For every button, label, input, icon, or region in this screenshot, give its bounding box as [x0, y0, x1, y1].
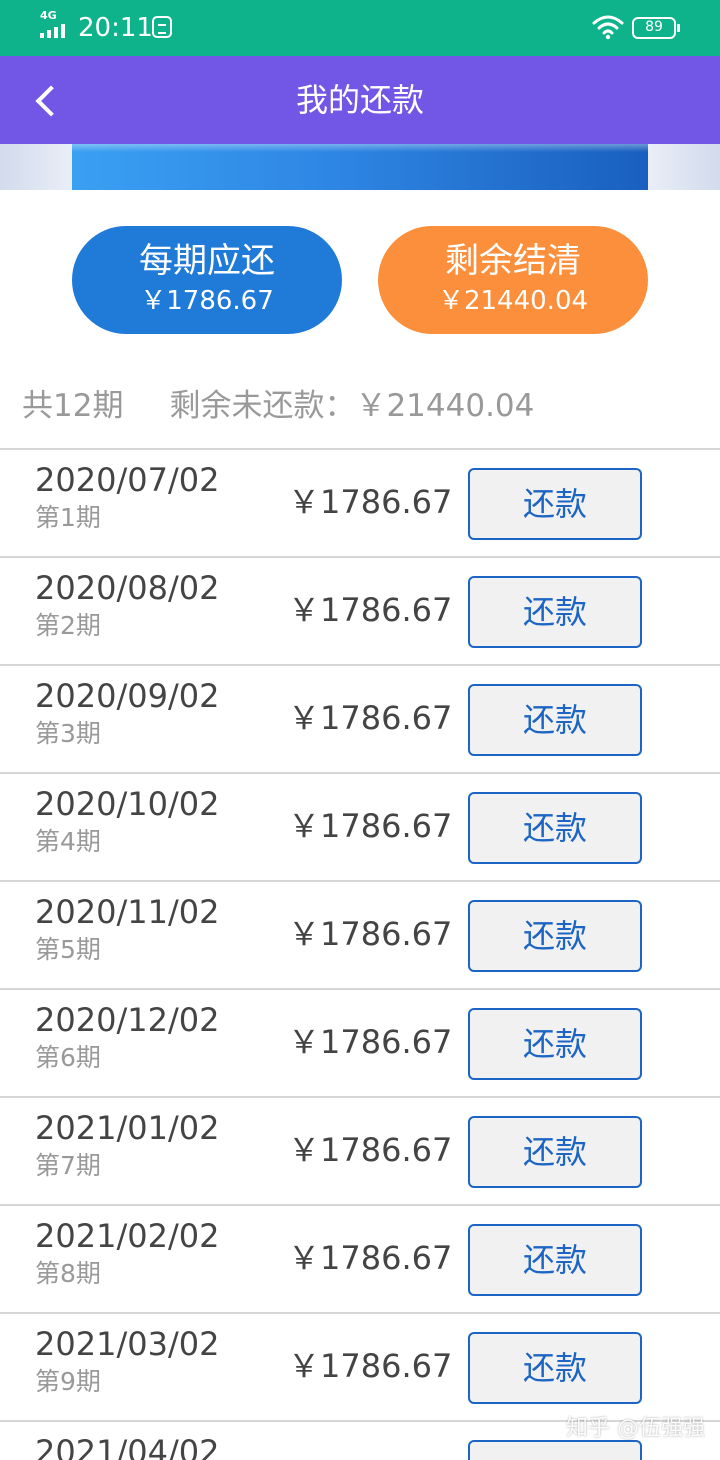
- wifi-icon: [592, 15, 624, 40]
- installment-date: 2020/11/02: [35, 893, 220, 931]
- app-notification-icon: [152, 16, 172, 38]
- installment-date: 2020/07/02: [35, 461, 220, 499]
- installment-period: 第8期: [35, 1259, 101, 1288]
- per-period-label: 每期应还: [139, 241, 275, 281]
- repay-button[interactable]: 还款: [468, 1332, 642, 1404]
- status-bar: 4G 20:11 89: [0, 0, 720, 56]
- signal-icon: [40, 24, 70, 38]
- per-period-amount: ￥1786.67: [140, 286, 274, 316]
- installment-amount: ￥1786.67: [288, 591, 453, 629]
- status-time: 20:11: [78, 13, 153, 43]
- installment-row: 2021/02/02 第8期 ￥1786.67 还款: [0, 1204, 720, 1312]
- app-header: 我的还款: [0, 56, 720, 144]
- installment-date: 2021/02/02: [35, 1217, 220, 1255]
- installment-row: 2020/12/02 第6期 ￥1786.67 还款: [0, 988, 720, 1096]
- payoff-amount: ￥21440.04: [437, 286, 589, 316]
- installment-period: 第2期: [35, 611, 101, 640]
- installment-row: 2020/08/02 第2期 ￥1786.67 还款: [0, 556, 720, 664]
- installment-amount: ￥1786.67: [288, 915, 453, 953]
- installment-date: 2021/03/02: [35, 1325, 220, 1363]
- installment-period: 第6期: [35, 1043, 101, 1072]
- per-period-pill[interactable]: 每期应还 ￥1786.67: [72, 226, 342, 334]
- repay-button[interactable]: 还款: [468, 900, 642, 972]
- back-button[interactable]: [24, 76, 72, 124]
- repay-button[interactable]: 还款: [468, 1008, 642, 1080]
- payoff-label: 剩余结清: [445, 241, 581, 281]
- installment-date: 2021/01/02: [35, 1109, 220, 1147]
- banner: [0, 144, 720, 190]
- installment-date: 2020/09/02: [35, 677, 220, 715]
- repay-button[interactable]: 还款: [468, 684, 642, 756]
- remaining-amount: 剩余未还款：￥21440.04: [169, 388, 535, 424]
- installment-amount: ￥1786.67: [288, 1239, 453, 1277]
- installment-row: 2020/07/02 第1期 ￥1786.67 还款: [0, 448, 720, 556]
- payoff-pill[interactable]: 剩余结清 ￥21440.04: [378, 226, 648, 334]
- installment-row: 2020/11/02 第5期 ￥1786.67 还款: [0, 880, 720, 988]
- installment-amount: ￥1786.67: [288, 483, 453, 521]
- installment-period: 第1期: [35, 503, 101, 532]
- network-type: 4G: [40, 9, 57, 22]
- installment-period: 第4期: [35, 827, 101, 856]
- installment-amount: ￥1786.67: [288, 699, 453, 737]
- installment-period: 第9期: [35, 1367, 101, 1396]
- installment-row: 2021/01/02 第7期 ￥1786.67 还款: [0, 1096, 720, 1204]
- installment-row: 2020/09/02 第3期 ￥1786.67 还款: [0, 664, 720, 772]
- installment-date: 2020/10/02: [35, 785, 220, 823]
- page-title: 我的还款: [295, 81, 424, 119]
- repay-button[interactable]: 还款: [468, 792, 642, 864]
- installment-amount: ￥1786.67: [288, 807, 453, 845]
- repay-button[interactable]: 还款: [468, 1224, 642, 1296]
- installment-period: 第7期: [35, 1151, 101, 1180]
- repay-button[interactable]: 还款: [468, 468, 642, 540]
- battery-icon: 89: [632, 17, 680, 39]
- total-periods: 共12期: [22, 388, 124, 424]
- summary-line: 共12期 剩余未还款：￥21440.04: [22, 384, 534, 428]
- installment-amount: ￥1786.67: [288, 1347, 453, 1385]
- installment-amount: ￥1786.67: [288, 1023, 453, 1061]
- installment-row: 2021/03/02 第9期 ￥1786.67 还款: [0, 1312, 720, 1420]
- installment-date: 2021/04/02: [35, 1433, 220, 1460]
- installment-period: 第5期: [35, 935, 101, 964]
- installment-row: 2020/10/02 第4期 ￥1786.67 还款: [0, 772, 720, 880]
- installment-date: 2020/12/02: [35, 1001, 220, 1039]
- repay-button[interactable]: 还款: [468, 576, 642, 648]
- installment-amount: ￥1786.67: [288, 1131, 453, 1169]
- watermark: 知乎 @伍强强: [566, 1416, 705, 1441]
- installment-period: 第3期: [35, 719, 101, 748]
- repay-button[interactable]: 还款: [468, 1116, 642, 1188]
- installment-date: 2020/08/02: [35, 569, 220, 607]
- banner-image[interactable]: [72, 144, 648, 190]
